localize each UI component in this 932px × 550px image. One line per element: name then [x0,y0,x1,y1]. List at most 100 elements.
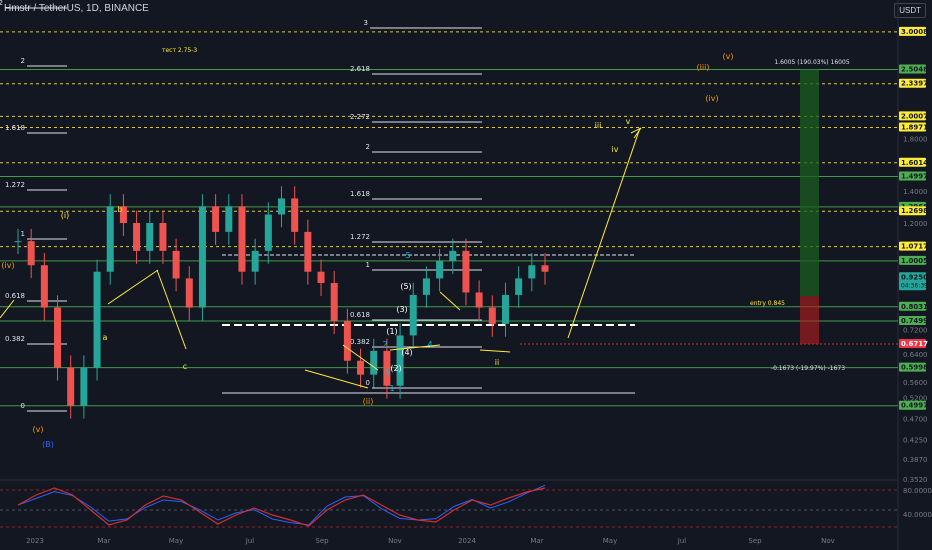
price-label: 1.0717 [901,243,928,251]
wave-label: (i) [61,211,69,220]
y-axis-tick: 1.4000 [903,188,928,196]
x-axis-tick: Nov [821,537,835,545]
wave-label: (B) [42,440,54,449]
fib-label: 2.618 [350,65,370,73]
candle-body [291,198,299,232]
price-label: 0.6717 [901,340,928,348]
stop-box [800,296,819,345]
wave-label: v [626,117,631,126]
price-label: 0.9250 [901,273,928,281]
annotation-entry: entry 0.845 [750,300,785,307]
x-axis-tick: Sep [748,537,762,545]
countdown-label: 04:36:39 [901,282,928,289]
wave-label: (iv) [1,261,14,270]
y-axis-tick: 0.4700 [903,416,928,424]
fib-label: 1.272 [5,181,25,189]
price-label: 1.0005 [901,257,928,265]
wave-label: iii [595,121,602,130]
candle-body [93,271,101,368]
wave-label: c [183,362,187,371]
fib-label: 0.618 [5,292,25,300]
price-chart[interactable]: 3 2 2.618 2.272 1.618 2 1.272 1.618 1 1.272 0.618 1… [0,0,932,550]
y-axis-tick: 0.4250 [903,437,928,445]
x-axis-tick: Nov [388,537,402,545]
wave-label: iv [612,145,619,154]
candle-body [436,261,444,279]
x-axis-tick: 2023 [26,537,44,545]
candle-body [172,250,180,279]
candle-body [409,294,417,336]
candle-body [304,231,312,272]
rsi-ma-line [17,484,546,526]
fib-label: 2 [366,143,370,151]
price-label: 2.0007 [901,112,928,120]
rsi-tick: 80.0000 [903,487,932,495]
trend-line [0,299,15,319]
price-label: 1.8971 [901,123,928,131]
wave-label: a [103,333,108,342]
candle-body [541,265,549,272]
wave-label: 2 [382,340,387,349]
wave-label: ii [495,358,499,367]
price-label: 1.6014 [901,159,928,167]
price-label: 3.0008 [901,28,928,36]
wave-label: b [117,205,122,214]
candle-body [212,206,220,232]
y-axis-tick: 0.7200 [903,327,928,335]
candle-body [40,265,48,308]
x-axis-tick: Mar [97,537,110,545]
wave-label: (4) [401,348,412,357]
candle-body [370,350,378,375]
wave-label: (v) [723,52,734,61]
x-axis-tick: 2024 [458,537,476,545]
x-axis-tick: Jul [677,537,687,545]
price-label: 0.7499 [901,317,928,325]
trend-line [439,291,461,311]
candle-body [27,241,35,266]
candle-body [146,222,154,251]
x-axis-tick: May [603,537,617,545]
candle-body [67,367,75,406]
x-axis-tick: May [169,537,183,545]
annotation-stop: -0.1673 (-19.97%) -1673 [771,365,845,372]
price-label: 2.3397 [901,80,928,88]
candle-body [501,294,509,324]
trend-line [479,349,511,353]
y-axis-tick: 0.3870 [903,456,928,464]
fib-label: 1.618 [350,190,370,198]
wave-label: (2) [390,364,401,373]
candle-body [80,367,88,406]
candle-body [159,222,167,251]
candle-body [238,206,246,272]
wave-label: 4 [427,340,432,349]
candle-body [396,335,404,386]
fib-label: 2.272 [0,0,3,7]
annotation-test: тест 2.75-3 [162,47,197,54]
trend-line [107,269,159,305]
fib-label: 0 [21,402,25,410]
annotation-target: 1.6005 (190.03%) 16005 [774,59,849,66]
wave-label: (3) [396,305,407,314]
candle-body [357,360,365,375]
wave-label: (ii) [363,397,374,406]
candle-body [528,265,536,279]
fib-label: 2 [21,57,25,65]
rsi-tick: 40.0000 [903,511,932,519]
wave-label: (5) [400,282,411,291]
candle-body [330,283,338,322]
candle-body [133,222,141,251]
fib-label: 0 [366,379,370,387]
fib-label: 3 [364,19,368,27]
fib-label: 0.618 [350,311,370,319]
fib-label: 1.618 [5,124,25,132]
candle-body [462,250,470,293]
x-axis-tick: Mar [530,537,543,545]
x-axis-tick: Sep [315,537,329,545]
target-box [800,69,819,297]
y-axis-tick: 0.6400 [903,351,928,359]
candle-body [278,198,285,215]
price-label: 0.5998 [901,364,928,372]
candle-body [251,250,259,272]
wave-label: (iv) [705,94,718,103]
x-axis-tick: Jul [245,537,255,545]
